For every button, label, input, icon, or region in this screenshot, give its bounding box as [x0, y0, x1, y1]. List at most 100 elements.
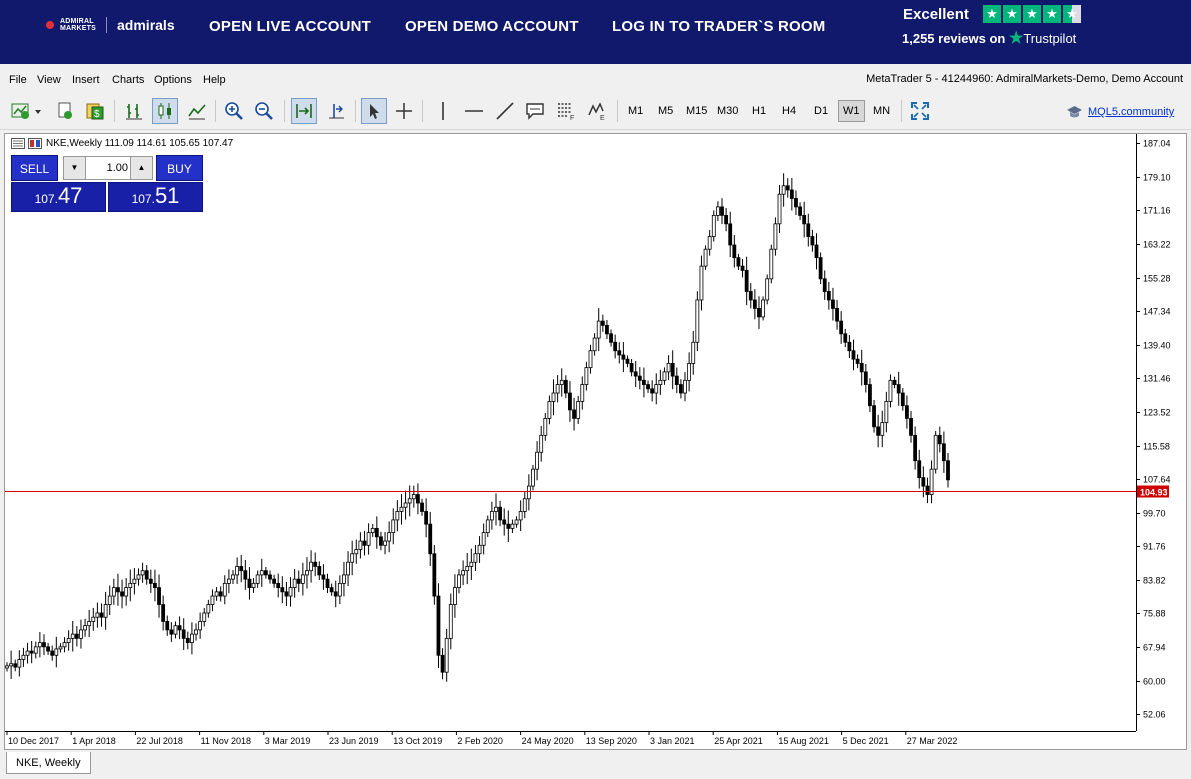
- candle-body: [161, 604, 166, 622]
- menu-view[interactable]: View: [37, 74, 61, 86]
- candle-body: [424, 511, 429, 525]
- vertical-line-button[interactable]: [430, 98, 456, 124]
- timeframe-d1[interactable]: D1: [810, 100, 832, 122]
- candle-body: [448, 604, 453, 639]
- candle-body: [374, 527, 379, 538]
- volume-decrease-button[interactable]: ▼: [64, 157, 86, 179]
- autoscroll-button[interactable]: [291, 98, 317, 124]
- profiles-icon: [58, 102, 72, 119]
- price-tick-label: 60.00: [1143, 677, 1166, 687]
- timeframe-h1[interactable]: H1: [748, 100, 770, 122]
- candle-body: [621, 354, 626, 360]
- menu-charts[interactable]: Charts: [112, 74, 144, 86]
- menu-bar: File View Insert Charts Options Help Met…: [0, 64, 1191, 94]
- trading-button[interactable]: $: [82, 98, 108, 124]
- trendline-button[interactable]: [492, 98, 518, 124]
- timeframe-h4[interactable]: H4: [778, 100, 800, 122]
- candle-body: [395, 511, 400, 521]
- candle-body: [54, 648, 59, 656]
- logo-brand-line2: MARKETS: [60, 25, 97, 32]
- candle-body: [144, 570, 149, 580]
- candle-body: [116, 587, 120, 593]
- buy-price[interactable]: 107.51: [108, 182, 203, 212]
- candlestick-button[interactable]: [152, 98, 178, 124]
- mql5-link-text: MQL5.community: [1088, 106, 1175, 118]
- fullscreen-button[interactable]: [907, 98, 933, 124]
- candle-body: [432, 553, 437, 597]
- candle-body: [358, 540, 363, 550]
- timeframe-w1[interactable]: W1: [838, 100, 865, 122]
- star-icon: ★: [1043, 5, 1061, 23]
- sell-price[interactable]: 107.47: [11, 182, 106, 212]
- bar-chart-button[interactable]: [121, 98, 147, 124]
- candle-body: [498, 506, 503, 521]
- candle-body: [502, 519, 507, 525]
- price-chart[interactable]: 187.04 179.10 171.16 163.22 155.28 147.34 139.…: [5, 134, 1186, 749]
- toolbar-separator: [355, 100, 356, 122]
- login-traders-room-link[interactable]: LOG IN TO TRADER`S ROOM: [612, 18, 826, 35]
- zoom-in-button[interactable]: [221, 98, 247, 124]
- trustpilot-reviews[interactable]: 1,255 reviews on ★Trustpilot: [902, 28, 1076, 48]
- horizontal-line-button[interactable]: [461, 98, 487, 124]
- timeframe-mn[interactable]: MN: [869, 100, 894, 122]
- elliott-button[interactable]: E: [584, 98, 610, 124]
- candle-body: [70, 633, 75, 639]
- trustpilot-stars[interactable]: ★ ★ ★ ★ ★: [983, 5, 1081, 23]
- menu-options[interactable]: Options: [154, 74, 192, 86]
- candle-body: [654, 384, 659, 394]
- symbol-ohlc: NKE,Weekly 111.09 114.61 105.65 107.47: [46, 138, 234, 149]
- mql5-community-link[interactable]: MQL5.community: [1066, 105, 1174, 119]
- candle-body: [284, 591, 289, 597]
- sell-price-pips: 47: [57, 183, 83, 208]
- crosshair-button[interactable]: [391, 98, 417, 124]
- timeframe-m15[interactable]: M15: [682, 100, 711, 122]
- candle-body: [913, 434, 918, 462]
- timeframe-m1[interactable]: M1: [624, 100, 647, 122]
- site-header: ADMIRAL MARKETS admirals OPEN LIVE ACCOU…: [0, 0, 1191, 64]
- chart-window[interactable]: 187.04 179.10 171.16 163.22 155.28 147.34 139.…: [4, 133, 1187, 750]
- new-chart-button[interactable]: [8, 98, 44, 124]
- candle-body: [806, 223, 811, 237]
- candle-body: [50, 650, 55, 656]
- candle-body: [629, 363, 634, 373]
- timeframe-m5[interactable]: M5: [654, 100, 677, 122]
- menu-file[interactable]: File: [9, 74, 27, 86]
- candle-body: [740, 265, 745, 271]
- chart-tab-nke-weekly[interactable]: NKE, Weekly: [6, 752, 91, 774]
- text-button[interactable]: [522, 98, 548, 124]
- time-tick-label: 27 Mar 2022: [907, 736, 958, 746]
- time-tick-label: 10 Dec 2017: [8, 736, 59, 746]
- fibonacci-button[interactable]: F: [553, 98, 579, 124]
- volume-input[interactable]: [86, 157, 132, 179]
- menu-help[interactable]: Help: [203, 74, 226, 86]
- menu-insert[interactable]: Insert: [72, 74, 100, 86]
- candle-body: [272, 578, 276, 584]
- candle-body: [428, 523, 433, 555]
- time-tick-label: 5 Dec 2021: [843, 736, 889, 746]
- volume-increase-button[interactable]: ▲: [130, 157, 152, 179]
- candle-body: [892, 379, 897, 385]
- candle-body: [288, 587, 293, 597]
- chart-shift-button[interactable]: [323, 98, 349, 124]
- candle-body: [46, 646, 50, 652]
- candle-body: [379, 536, 383, 546]
- open-live-account-link[interactable]: OPEN LIVE ACCOUNT: [209, 18, 371, 35]
- sell-button[interactable]: SELL: [11, 155, 58, 181]
- line-chart-button[interactable]: [184, 98, 210, 124]
- zoom-out-button[interactable]: [251, 98, 277, 124]
- candle-body: [268, 574, 272, 580]
- open-demo-account-link[interactable]: OPEN DEMO ACCOUNT: [405, 18, 579, 35]
- candle-body: [461, 570, 466, 576]
- candle-body: [370, 527, 375, 534]
- candle-body: [5, 665, 9, 669]
- buy-button[interactable]: BUY: [156, 155, 203, 181]
- profiles-button[interactable]: [52, 98, 78, 124]
- candle-body: [95, 612, 100, 618]
- timeframe-m30[interactable]: M30: [713, 100, 742, 122]
- star-icon: ★: [1023, 5, 1041, 23]
- candle-body: [107, 595, 112, 605]
- candle-body: [576, 401, 581, 419]
- cursor-button[interactable]: [361, 98, 387, 124]
- candle-body: [633, 371, 638, 377]
- admirals-logo[interactable]: ADMIRAL MARKETS admirals: [46, 17, 175, 33]
